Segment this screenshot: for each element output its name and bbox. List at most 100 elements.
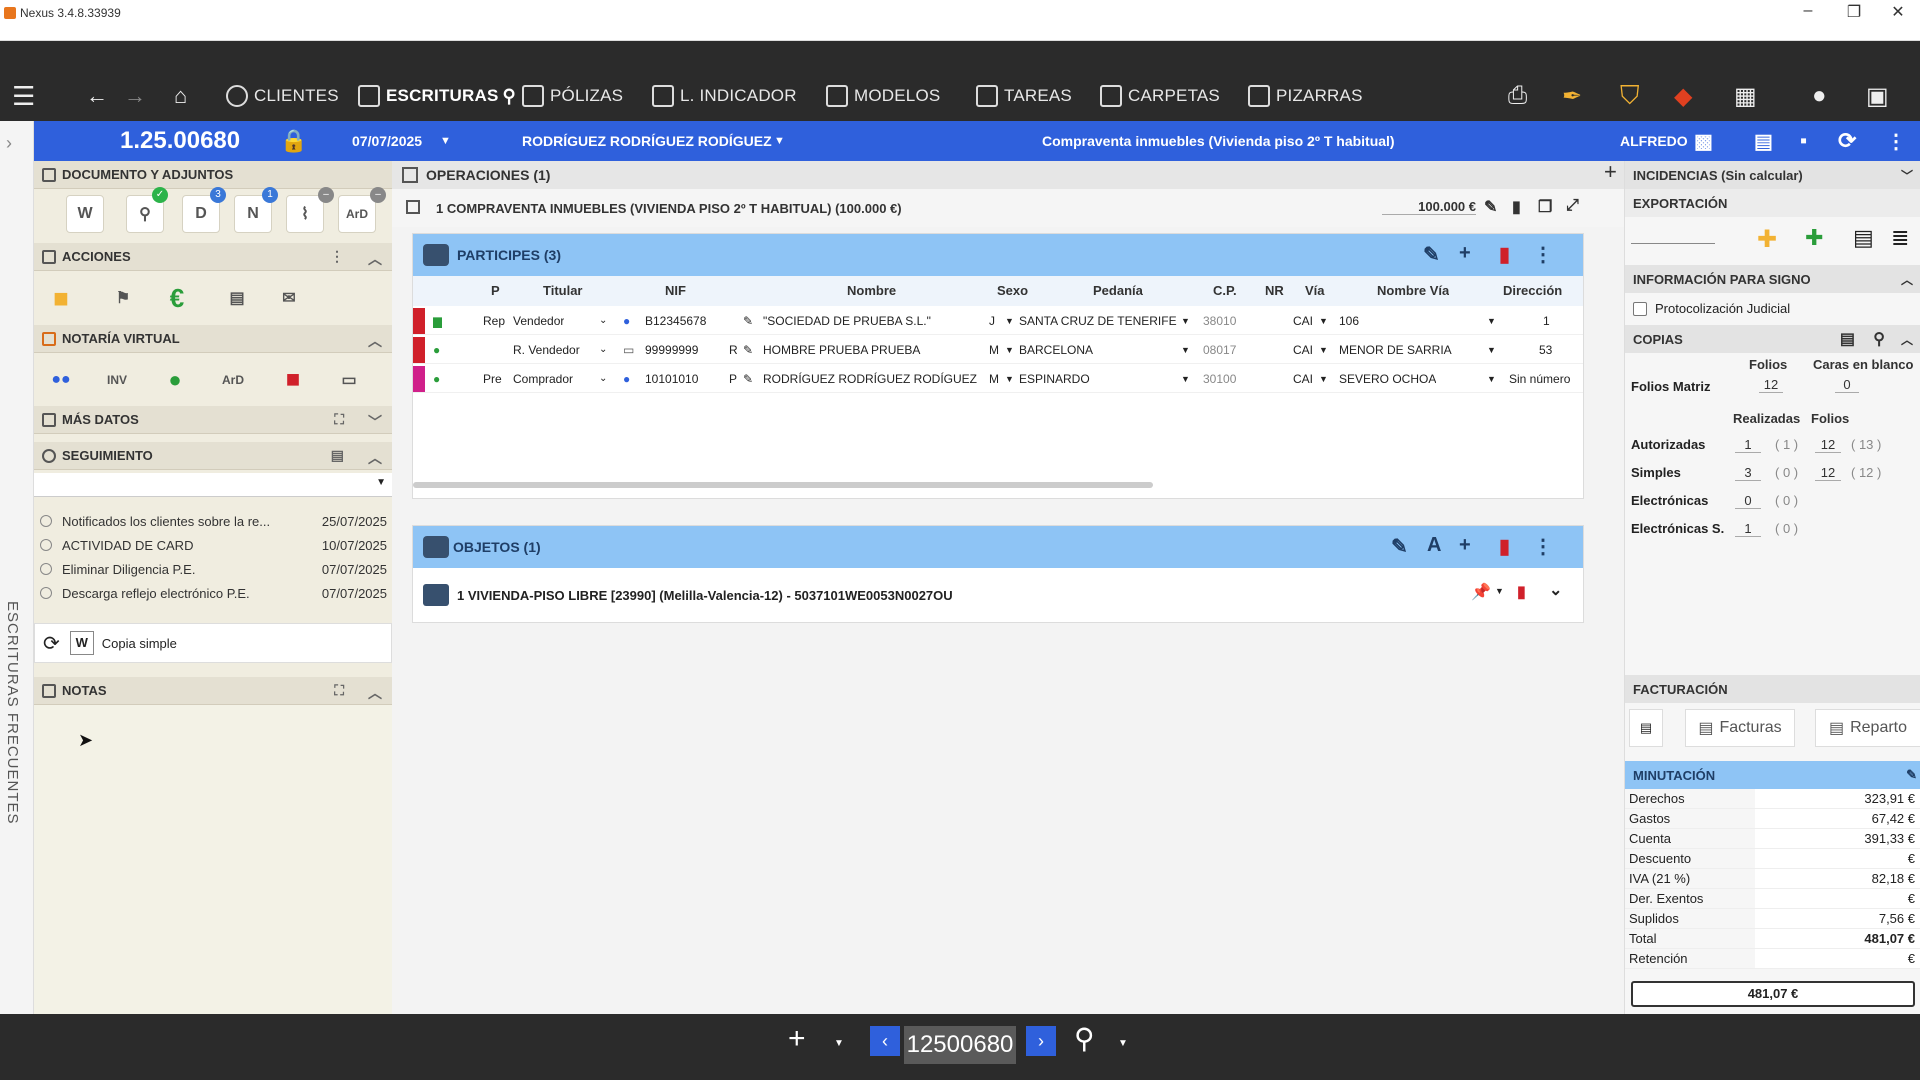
section-seguimiento[interactable]: SEGUIMIENTO ▤ ︿: [34, 442, 392, 470]
chevron-up-icon[interactable]: ︿: [368, 448, 382, 468]
edit-icon[interactable]: ✎: [743, 306, 753, 336]
copy-icon[interactable]: ❐: [1538, 197, 1552, 217]
simples-realizadas-stepper[interactable]: 3: [1735, 465, 1761, 481]
trash-icon[interactable]: ▮: [1512, 197, 1521, 217]
qr-code-icon[interactable]: ▩: [1694, 121, 1713, 161]
pin-icon[interactable]: 📌: [1471, 582, 1491, 602]
expand-icon[interactable]: ⤢: [1566, 197, 1579, 215]
pdf-button[interactable]: ■: [274, 361, 312, 399]
add-operation-button[interactable]: +: [1604, 159, 1617, 185]
trash-icon[interactable]: ▮: [1517, 582, 1526, 602]
electronicas-realizadas-stepper[interactable]: 0: [1735, 493, 1761, 509]
objeto-row[interactable]: 1 VIVIENDA-PISO LIBRE [23990] (Melilla-V…: [413, 568, 1583, 622]
search-icon[interactable]: ⚲: [1074, 1022, 1095, 1055]
chevron-down-icon[interactable]: ﹀: [1901, 167, 1913, 184]
add-icon[interactable]: +: [1459, 242, 1471, 265]
chevron-down-icon[interactable]: ▼: [1319, 335, 1328, 365]
chevron-up-icon[interactable]: ︿: [368, 683, 382, 703]
close-button[interactable]: ✕: [1878, 2, 1918, 22]
edit-icon[interactable]: ✎: [1906, 767, 1917, 783]
operation-row[interactable]: 1 COMPRAVENTA INMUEBLES (VIVIENDA PISO 2…: [392, 189, 1624, 227]
section-acciones[interactable]: ACCIONES ⋮ ︿: [34, 243, 392, 271]
chevron-down-icon[interactable]: ▼: [1181, 306, 1190, 336]
list-item[interactable]: Descarga reflejo electrónico P.E. 07/07/2…: [34, 581, 392, 605]
minus-icon[interactable]: –: [370, 187, 386, 203]
edit-icon[interactable]: ✎: [743, 335, 753, 365]
expand-icon[interactable]: ⛶: [334, 411, 344, 428]
chevron-down-icon[interactable]: ▼: [1005, 364, 1014, 394]
email-button[interactable]: ✉: [270, 279, 308, 317]
info-signo-header[interactable]: INFORMACIÓN PARA SIGNO ︿: [1625, 265, 1920, 293]
signo-send-icon[interactable]: ✚: [1805, 225, 1823, 251]
document-export-icon[interactable]: ▤: [1853, 225, 1874, 251]
list-item[interactable]: Eliminar Diligencia P.E. 07/07/2025: [34, 557, 392, 581]
document-icon[interactable]: ▤: [1840, 329, 1855, 349]
deed-date[interactable]: 07/07/2025: [352, 121, 422, 161]
minutacion-row-descuento[interactable]: Descuento €: [1625, 849, 1920, 869]
record-number-input[interactable]: 12500680: [904, 1026, 1016, 1064]
operation-amount[interactable]: 100.000 €: [1382, 199, 1476, 215]
chevron-down-icon[interactable]: ▼: [834, 1038, 844, 1049]
signpost-button[interactable]: ⚑: [104, 279, 142, 317]
list-item[interactable]: Notificados los clientes sobre la re... 2…: [34, 509, 392, 533]
card-reader-button[interactable]: ▭: [330, 361, 368, 399]
section-notas[interactable]: NOTAS ⛶ ︿: [34, 677, 392, 705]
users-button[interactable]: ●●: [42, 361, 80, 399]
trash-icon[interactable]: ▮: [1499, 534, 1510, 559]
chevron-up-icon[interactable]: ︿: [1901, 271, 1913, 288]
chevron-down-icon[interactable]: ▼: [774, 121, 785, 161]
facturas-button[interactable]: ▤ Facturas: [1685, 709, 1795, 747]
attachments-button[interactable]: ⌇: [286, 195, 324, 233]
copias-header[interactable]: COPIAS ▤ ⚲ ︿: [1625, 325, 1920, 353]
chevron-up-icon[interactable]: ︿: [1901, 331, 1913, 348]
trash-icon[interactable]: ▮: [1499, 242, 1510, 267]
document-icon[interactable]: ▤: [331, 447, 344, 464]
search-icon[interactable]: ⚲: [503, 86, 516, 107]
frequent-deeds-strip[interactable]: › ESCRITURAS FRECUENTES: [0, 121, 34, 1014]
table-row[interactable]: ● R. Vendedor ⌄ ▭ 99999999 R ✎ HOMBRE PR…: [413, 335, 1583, 364]
minus-icon[interactable]: –: [318, 187, 334, 203]
word-document-button[interactable]: W: [66, 195, 104, 233]
archive-button[interactable]: ▤: [218, 279, 256, 317]
autorizadas-realizadas-stepper[interactable]: 1: [1735, 437, 1761, 453]
section-mas-datos[interactable]: MÁS DATOS ⛶ ﹀: [34, 406, 392, 434]
chevron-down-icon[interactable]: ▼: [1319, 306, 1328, 336]
chevron-down-icon[interactable]: ▼: [1487, 364, 1496, 394]
edit-icon[interactable]: ✎: [1423, 242, 1440, 267]
autorizadas-folios-stepper[interactable]: 12: [1815, 437, 1841, 453]
simples-folios-stepper[interactable]: 12: [1815, 465, 1841, 481]
layout-icon[interactable]: ▤: [1754, 121, 1773, 161]
export-input[interactable]: [1631, 243, 1715, 244]
table-row[interactable]: ● Pre Comprador ⌄ ● 10101010 P ✎ RODRÍGU…: [413, 364, 1583, 393]
more-options-icon[interactable]: ⋮: [330, 248, 344, 265]
chevron-down-icon[interactable]: ▼: [1495, 586, 1504, 596]
protocolizacion-checkbox-row[interactable]: Protocolización Judicial: [1633, 301, 1790, 316]
chevron-down-icon[interactable]: ▼: [1319, 364, 1328, 394]
invoice-button[interactable]: ▤: [1629, 709, 1663, 747]
search-icon[interactable]: ⚲: [1873, 329, 1885, 349]
more-options-icon[interactable]: ⋮: [1533, 242, 1553, 267]
id-card-icon[interactable]: ▭: [623, 335, 634, 365]
electronicas-s-realizadas-stepper[interactable]: 1: [1735, 521, 1761, 537]
chevron-down-icon[interactable]: ﹀: [368, 412, 382, 432]
ard-button[interactable]: ArD: [214, 361, 252, 399]
text-format-icon[interactable]: A: [1427, 534, 1441, 557]
chevron-down-icon[interactable]: ⌄: [599, 306, 607, 336]
chevron-down-icon[interactable]: ⌄: [599, 335, 607, 365]
person-icon[interactable]: ●: [623, 364, 630, 394]
more-options-icon[interactable]: ⋮: [1533, 534, 1553, 559]
database-icon[interactable]: ≣: [1891, 225, 1909, 251]
chevron-up-icon[interactable]: ︿: [368, 249, 382, 269]
folder-button[interactable]: ■: [42, 279, 80, 317]
more-options-icon[interactable]: ⋮: [1886, 121, 1906, 161]
seguimiento-filter-select[interactable]: ▼: [34, 473, 392, 497]
save-icon[interactable]: ▪: [1800, 121, 1807, 161]
chevron-right-icon[interactable]: ›: [6, 133, 12, 154]
chevron-down-icon[interactable]: ▼: [1487, 306, 1496, 336]
refresh-icon[interactable]: ⟳: [1838, 121, 1856, 161]
add-icon[interactable]: +: [1459, 534, 1471, 557]
client-name[interactable]: RODRÍGUEZ RODRÍGUEZ RODÍGUEZ: [522, 121, 772, 161]
inv-button[interactable]: INV: [98, 361, 136, 399]
euro-button[interactable]: €: [158, 279, 196, 317]
incidencias-header[interactable]: INCIDENCIAS (Sin calcular) ﹀: [1625, 161, 1920, 189]
